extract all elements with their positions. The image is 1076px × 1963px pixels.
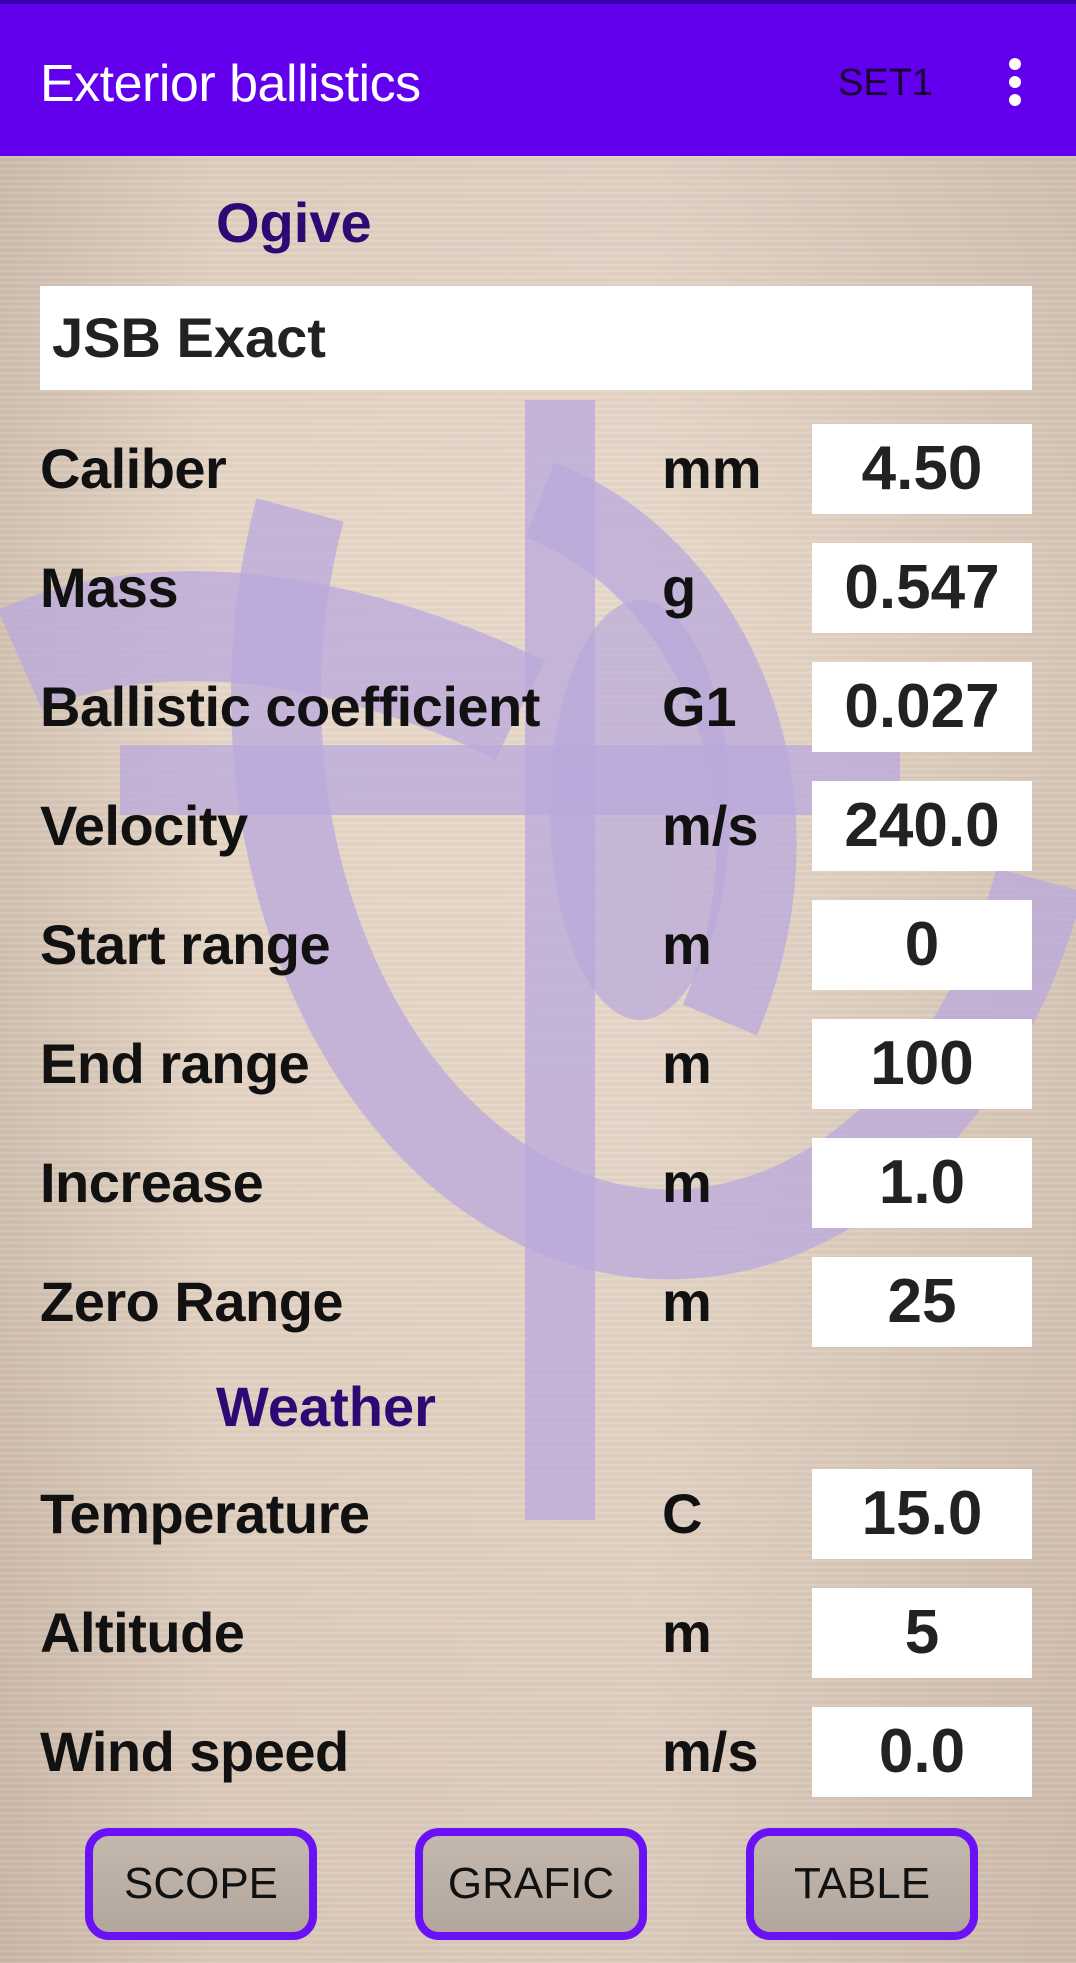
field-row-caliber: Caliber mm 4.50: [0, 424, 1076, 514]
temperature-input[interactable]: 15.0: [812, 1469, 1032, 1559]
more-vert-icon[interactable]: [1000, 58, 1030, 108]
set-selector-button[interactable]: SET1: [838, 62, 933, 105]
table-button[interactable]: TABLE: [746, 1828, 978, 1940]
field-label: Caliber: [40, 437, 227, 500]
ogive-name-input[interactable]: JSB Exact: [40, 286, 1032, 390]
field-unit: m: [662, 1032, 712, 1095]
wind-speed-input[interactable]: 0.0: [812, 1707, 1032, 1797]
scope-button[interactable]: SCOPE: [85, 1828, 317, 1940]
field-label: Increase: [40, 1151, 264, 1214]
field-row-altitude: Altitude m 5: [0, 1588, 1076, 1678]
field-unit: G1: [662, 675, 737, 738]
section-title-ogive: Ogive: [216, 191, 372, 254]
field-unit: m/s: [662, 794, 759, 857]
field-unit: C: [662, 1482, 703, 1545]
field-label: Altitude: [40, 1601, 245, 1664]
velocity-input[interactable]: 240.0: [812, 781, 1032, 871]
increase-input[interactable]: 1.0: [812, 1138, 1032, 1228]
field-row-increase: Increase m 1.0: [0, 1138, 1076, 1228]
field-unit: m: [662, 1270, 712, 1333]
grafic-button[interactable]: GRAFIC: [415, 1828, 647, 1940]
field-unit: m: [662, 913, 712, 976]
field-label: Temperature: [40, 1482, 370, 1545]
field-unit: m: [662, 1601, 712, 1664]
app-bar: Exterior ballistics SET1: [0, 0, 1076, 156]
field-unit: mm: [662, 437, 762, 500]
field-row-velocity: Velocity m/s 240.0: [0, 781, 1076, 871]
start-range-input[interactable]: 0: [812, 900, 1032, 990]
field-label: Wind speed: [40, 1720, 349, 1783]
field-row-start-range: Start range m 0: [0, 900, 1076, 990]
field-label: Ballistic coefficient: [40, 675, 540, 738]
caliber-input[interactable]: 4.50: [812, 424, 1032, 514]
field-row-ballistic-coefficient: Ballistic coefficient G1 0.027: [0, 662, 1076, 752]
field-unit: m: [662, 1151, 712, 1214]
end-range-input[interactable]: 100: [812, 1019, 1032, 1109]
mass-input[interactable]: 0.547: [812, 543, 1032, 633]
field-row-temperature: Temperature C 15.0: [0, 1469, 1076, 1559]
ballistic-coefficient-input[interactable]: 0.027: [812, 662, 1032, 752]
field-unit: m/s: [662, 1720, 759, 1783]
field-row-wind-speed: Wind speed m/s 0.0: [0, 1707, 1076, 1797]
field-label: Velocity: [40, 794, 248, 857]
field-unit: g: [662, 556, 697, 619]
field-label: Start range: [40, 913, 331, 976]
field-row-zero-range: Zero Range m 25: [0, 1257, 1076, 1347]
field-label: Zero Range: [40, 1270, 344, 1333]
field-label: Mass: [40, 556, 179, 619]
section-title-weather: Weather: [216, 1375, 436, 1438]
field-row-mass: Mass g 0.547: [0, 543, 1076, 633]
zero-range-input[interactable]: 25: [812, 1257, 1032, 1347]
field-row-end-range: End range m 100: [0, 1019, 1076, 1109]
altitude-input[interactable]: 5: [812, 1588, 1032, 1678]
field-label: End range: [40, 1032, 310, 1095]
app-title: Exterior ballistics: [40, 55, 421, 113]
